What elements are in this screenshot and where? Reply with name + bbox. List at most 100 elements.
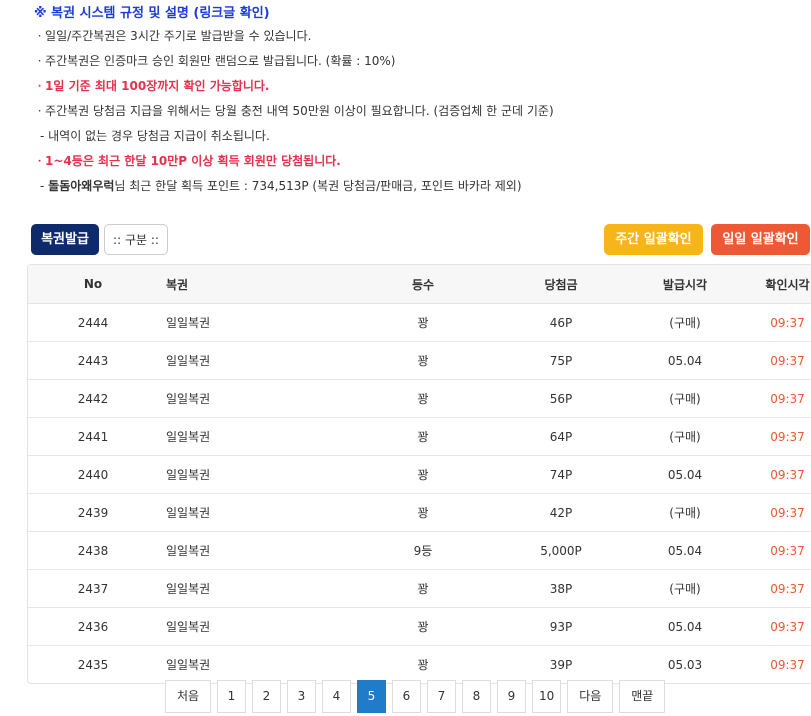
table-header-row: No 복권 등수 당첨금 발급시각 확인시각	[28, 265, 811, 304]
cell-rank: 꽝	[347, 417, 499, 456]
page-button-9[interactable]: 9	[497, 680, 526, 713]
page-next-button[interactable]: 다음	[567, 680, 614, 713]
page-button-4[interactable]: 4	[322, 680, 351, 713]
cell-no: 2438	[28, 531, 158, 570]
cell-prize: 38P	[499, 569, 623, 608]
cell-check-time: 09:37	[747, 303, 811, 342]
cell-rank: 꽝	[347, 569, 499, 608]
cell-prize: 93P	[499, 607, 623, 646]
cell-lottery: 일일복권	[158, 455, 347, 494]
cell-check-time: 09:37	[747, 341, 811, 380]
cell-no: 2435	[77, 657, 109, 672]
cell-check-time: 09:37	[747, 417, 811, 456]
table-row[interactable]: 2435 일일복권 꽝 39P 05.03 09:37	[28, 646, 811, 684]
username: 돌돔아왜우럭	[48, 179, 115, 193]
cell-issue-time: (구매)	[623, 569, 747, 608]
cell-rank: 꽝	[347, 607, 499, 646]
page-button-6[interactable]: 6	[392, 680, 421, 713]
cell-no: 2439	[28, 493, 158, 532]
cell-rank: 꽝	[417, 658, 429, 672]
table-row[interactable]: 2439 일일복권 꽝 42P (구매) 09:37	[28, 493, 811, 532]
cell-check-time: 09:37	[747, 531, 811, 570]
page-button-3[interactable]: 3	[287, 680, 316, 713]
table-row[interactable]: 2436 일일복권 꽝 93P 05.04 09:37	[28, 607, 811, 646]
issue-lottery-button[interactable]: 복권발급	[31, 224, 99, 255]
weekly-bulk-check-button[interactable]: 주간 일괄확인	[604, 224, 703, 255]
cell-issue-time: (구매)	[623, 417, 747, 456]
cell-prize: 74P	[499, 455, 623, 494]
header-prize: 당첨금	[499, 265, 623, 304]
page-button-2[interactable]: 2	[252, 680, 281, 713]
cell-rank: 꽝	[347, 303, 499, 342]
rule-line: ㆍ주간복권 당첨금 지급을 위해서는 당월 충전 내역 50만원 이상이 필요합…	[34, 104, 554, 118]
page-button-7[interactable]: 7	[427, 680, 456, 713]
cell-issue-time: 05.03	[667, 657, 703, 672]
rules-title[interactable]: ※ 복권 시스템 규정 및 설명 (링크글 확인)	[34, 4, 804, 24]
table-row[interactable]: 2441 일일복권 꽝 64P (구매) 09:37	[28, 417, 811, 456]
cell-lottery: 일일복권	[166, 658, 211, 672]
cell-prize: 39P	[549, 657, 573, 672]
cell-lottery: 일일복권	[158, 341, 347, 380]
header-rank: 등수	[347, 265, 499, 304]
table-row[interactable]: 2438 일일복권 9등 5,000P 05.04 09:37	[28, 531, 811, 570]
page-first-button[interactable]: 처음	[165, 680, 211, 713]
header-check-time: 확인시각	[747, 265, 811, 304]
cell-no: 2440	[28, 455, 158, 494]
cell-rank: 꽝	[347, 493, 499, 532]
cell-no: 2437	[28, 569, 158, 608]
cell-issue-time: 05.04	[623, 341, 747, 380]
cell-no: 2436	[28, 607, 158, 646]
page-button-10[interactable]: 10	[532, 680, 562, 713]
cell-check-time: 09:37	[747, 493, 811, 532]
rules-list: ㆍ일일/주간복권은 3시간 주기로 발급받을 수 있습니다. ㆍ주간복권은 인증마…	[34, 24, 804, 174]
cell-lottery: 일일복권	[158, 379, 347, 418]
table-row[interactable]: 2444 일일복권 꽝 46P (구매) 09:37	[28, 303, 811, 342]
page-last-button[interactable]: 맨끝	[619, 680, 666, 713]
table-row[interactable]: 2440 일일복권 꽝 74P 05.04 09:37	[28, 455, 811, 494]
rules-section: ※ 복권 시스템 규정 및 설명 (링크글 확인) ㆍ일일/주간복권은 3시간 …	[34, 4, 804, 199]
cell-issue-time: 05.04	[623, 607, 747, 646]
table-row[interactable]: 2442 일일복권 꽝 56P (구매) 09:37	[28, 379, 811, 418]
cell-lottery: 일일복권	[158, 531, 347, 570]
cell-lottery: 일일복권	[158, 303, 347, 342]
cell-issue-time: (구매)	[623, 379, 747, 418]
rule-line: ㆍ1일 기준 최대 100장까지 확인 가능합니다.	[34, 79, 270, 93]
cell-check-time: 09:37	[747, 379, 811, 418]
cell-lottery: 일일복권	[158, 417, 347, 456]
lottery-table: No 복권 등수 당첨금 발급시각 확인시각 2444 일일복권 꽝 46P (구매) 0…	[27, 264, 811, 684]
cell-no: 2442	[28, 379, 158, 418]
cell-issue-time: 05.04	[623, 531, 747, 570]
cell-lottery: 일일복권	[158, 607, 347, 646]
rule-line: ㆍ주간복권은 인증마크 승인 회원만 랜덤으로 발급됩니다. (확률 : 10%…	[34, 54, 396, 68]
cell-no: 2441	[28, 417, 158, 456]
cell-lottery: 일일복권	[158, 493, 347, 532]
cell-lottery: 일일복권	[158, 569, 347, 608]
page-button-8[interactable]: 8	[462, 680, 491, 713]
user-points-line: - 돌돔아왜우럭님 최근 한달 획득 포인트 : 734,513P (복권 당첨…	[34, 174, 804, 199]
cell-check-time: 09:37	[747, 455, 811, 494]
category-select[interactable]: :: 구분 ::	[104, 224, 168, 255]
table-row[interactable]: 2443 일일복권 꽝 75P 05.04 09:37	[28, 341, 811, 380]
rule-line: ㆍ1~4등은 최근 한달 10만P 이상 획득 회원만 당첨됩니다.	[34, 154, 341, 168]
table-row[interactable]: 2437 일일복권 꽝 38P (구매) 09:37	[28, 569, 811, 608]
page-button-1[interactable]: 1	[217, 680, 246, 713]
dash-prefix: -	[40, 179, 49, 193]
cell-prize: 5,000P	[499, 531, 623, 570]
rule-line: - 내역이 없는 경우 당첨금 지급이 취소됩니다.	[40, 129, 270, 143]
cell-rank: 꽝	[347, 455, 499, 494]
header-issue-time: 발급시각	[623, 265, 747, 304]
cell-rank: 꽝	[347, 379, 499, 418]
cell-rank: 9등	[347, 531, 499, 570]
daily-bulk-check-button[interactable]: 일일 일괄확인	[711, 224, 810, 255]
cell-rank: 꽝	[347, 341, 499, 380]
header-lottery: 복권	[158, 265, 347, 304]
cell-issue-time: 05.04	[623, 455, 747, 494]
page-button-5[interactable]: 5	[357, 680, 386, 713]
header-no: No	[28, 265, 158, 304]
cell-no: 2443	[28, 341, 158, 380]
table-body: 2444 일일복권 꽝 46P (구매) 09:37 2443 일일복권 꽝 75P 05.04 09…	[28, 303, 811, 684]
cell-check-time: 09:37	[747, 607, 811, 646]
pagination: 처음 1 2 3 4 5 6 7 8 9 10 다음 맨끝	[165, 680, 666, 713]
cell-check-time: 09:37	[770, 657, 805, 672]
cell-prize: 75P	[499, 341, 623, 380]
